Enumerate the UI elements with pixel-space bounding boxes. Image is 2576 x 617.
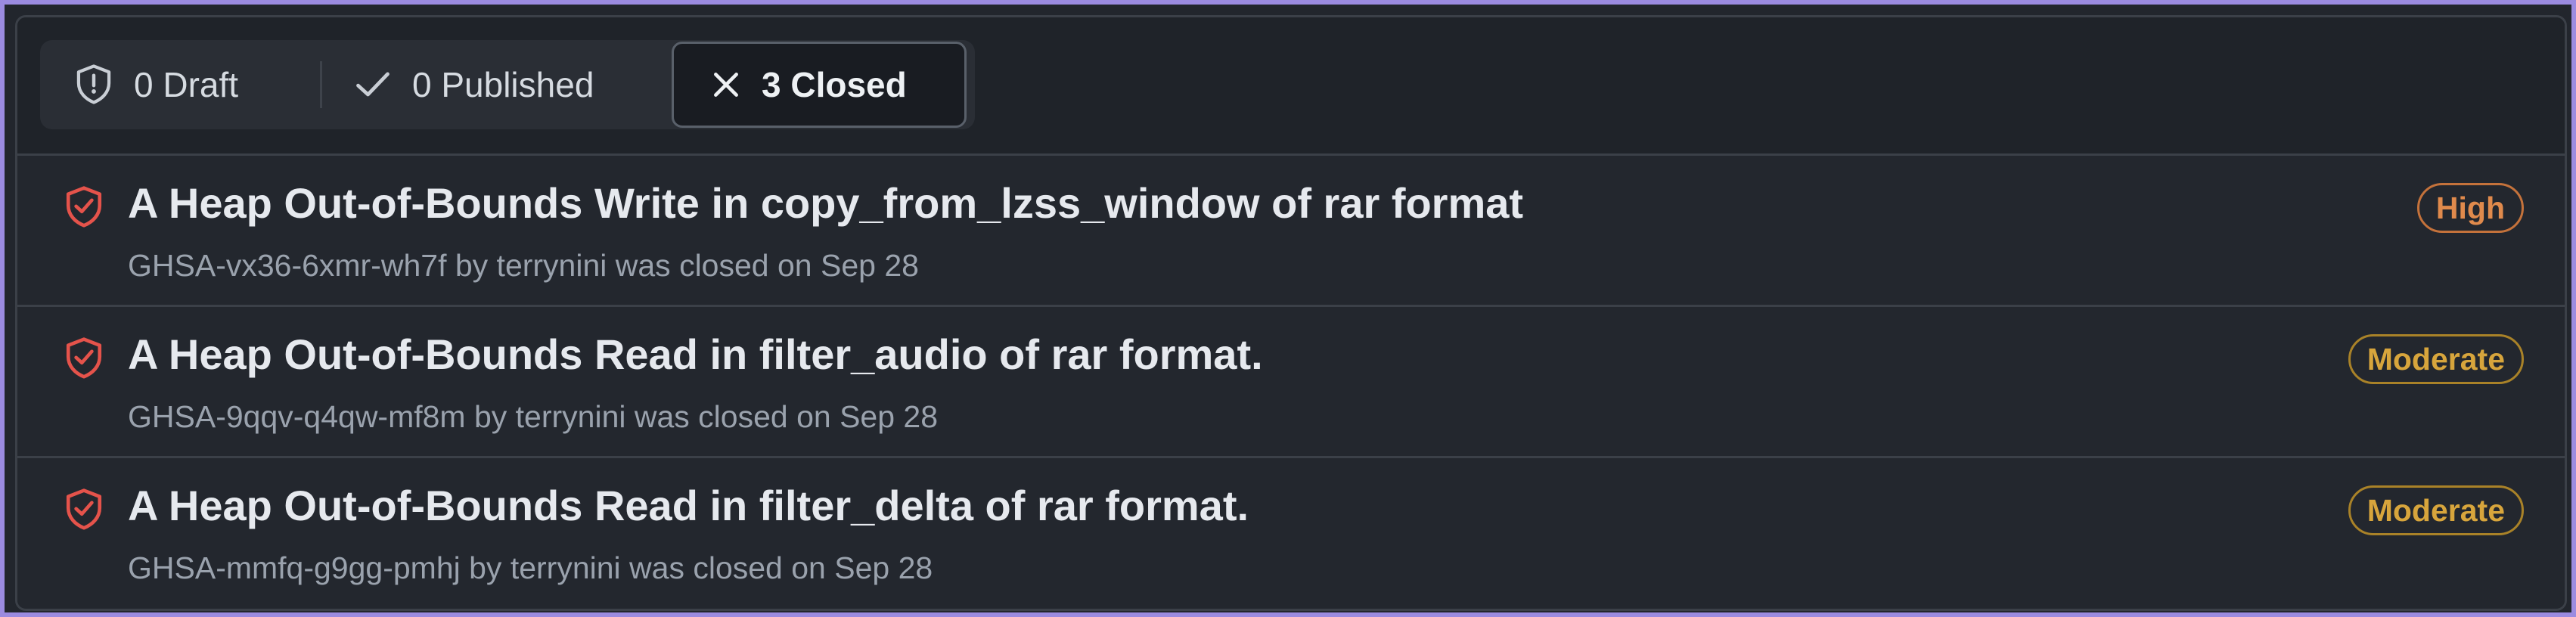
advisory-title-link[interactable]: A Heap Out-of-Bounds Read in filter_audi… [128,330,1263,379]
advisory-row[interactable]: A Heap Out-of-Bounds Read in filter_audi… [17,307,2565,458]
shield-check-icon [63,184,105,230]
advisory-row[interactable]: A Heap Out-of-Bounds Read in filter_delt… [17,458,2565,607]
window-frame: 0 Draft 0 Published 3 Closed A Heap Out-… [0,0,2576,617]
advisory-row[interactable]: A Heap Out-of-Bounds Write in copy_from_… [17,156,2565,307]
tab-published[interactable]: 0 Published [353,40,594,129]
advisories-header: 0 Draft 0 Published 3 Closed [17,17,2565,156]
tab-divider [320,61,322,108]
status-segmented-control: 0 Draft 0 Published 3 Closed [40,40,975,129]
advisory-title-link[interactable]: A Heap Out-of-Bounds Write in copy_from_… [128,178,1523,228]
advisory-meta: GHSA-mmfq-g9gg-pmhj by terrynini was clo… [128,550,933,585]
shield-check-icon [63,487,105,532]
advisory-meta: GHSA-vx36-6xmr-wh7f by terrynini was clo… [128,248,919,283]
shield-check-icon [63,336,105,381]
tab-draft[interactable]: 0 Draft [73,40,238,129]
x-icon [710,69,742,101]
severity-badge: Moderate [2348,334,2524,384]
advisories-panel: 0 Draft 0 Published 3 Closed A Heap Out-… [15,15,2567,611]
tab-published-label: 0 Published [412,65,594,104]
tab-closed[interactable]: 3 Closed [672,42,967,128]
tab-closed-label: 3 Closed [762,65,907,104]
severity-badge: High [2416,183,2524,233]
severity-badge: Moderate [2348,485,2524,535]
tab-draft-label: 0 Draft [134,65,239,104]
advisory-meta: GHSA-9qqv-q4qw-mf8m by terrynini was clo… [128,399,939,434]
advisory-title-link[interactable]: A Heap Out-of-Bounds Read in filter_delt… [128,481,1249,530]
shield-exclamation-icon [73,63,114,107]
check-icon [353,67,393,102]
